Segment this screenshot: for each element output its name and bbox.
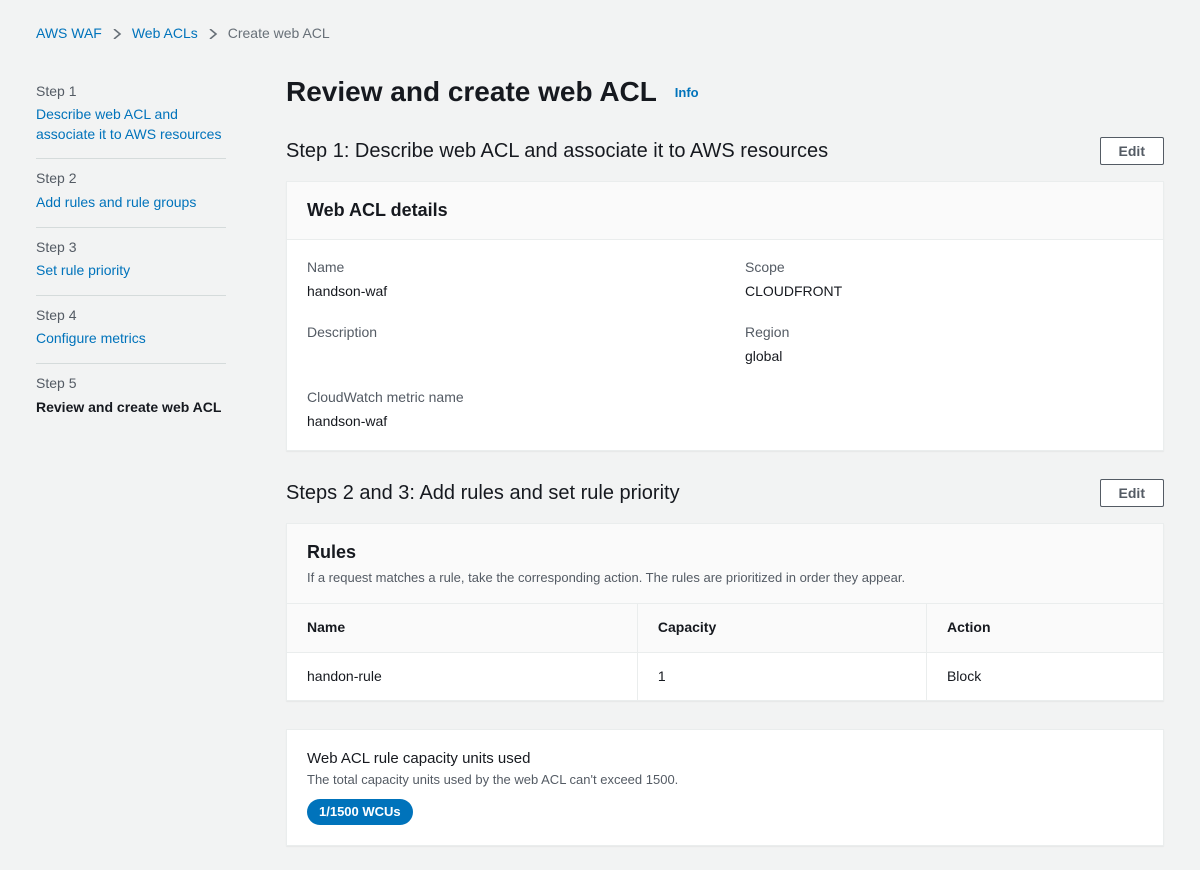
- section-heading-step23: Steps 2 and 3: Add rules and set rule pr…: [286, 479, 680, 507]
- wizard-step-label: Configure metrics: [36, 329, 226, 349]
- wizard-step-label: Review and create web ACL: [36, 398, 226, 418]
- breadcrumb-link-aws-waf[interactable]: AWS WAF: [36, 24, 102, 44]
- cell-capacity: 1: [637, 652, 926, 700]
- card-subtitle: If a request matches a rule, take the co…: [307, 569, 1143, 587]
- kv-label: Scope: [745, 258, 1143, 278]
- wizard-step-2[interactable]: Step 2 Add rules and rule groups: [36, 159, 226, 227]
- rules-card: Rules If a request matches a rule, take …: [286, 523, 1164, 702]
- cell-action: Block: [926, 652, 1163, 700]
- kv-cloudwatch-metric: CloudWatch metric name handson-waf: [307, 388, 705, 431]
- web-acl-details-card: Web ACL details Name handson-waf Scope C…: [286, 181, 1164, 451]
- cell-name: handon-rule: [287, 652, 637, 700]
- capacity-badge: 1/1500 WCUs: [307, 799, 413, 825]
- kv-scope: Scope CLOUDFRONT: [745, 258, 1143, 301]
- kv-name: Name handson-waf: [307, 258, 705, 301]
- table-row: handon-rule 1 Block: [287, 652, 1163, 700]
- wizard-step-label: Set rule priority: [36, 261, 226, 281]
- col-name: Name: [287, 604, 637, 652]
- chevron-right-icon: [208, 29, 218, 39]
- kv-value: global: [745, 347, 1143, 367]
- chevron-right-icon: [112, 29, 122, 39]
- col-action: Action: [926, 604, 1163, 652]
- breadcrumb-current: Create web ACL: [228, 24, 330, 44]
- capacity-desc: The total capacity units used by the web…: [307, 771, 1143, 789]
- card-title: Rules: [307, 540, 1143, 565]
- kv-value: handson-waf: [307, 282, 705, 302]
- wizard-step-num: Step 4: [36, 306, 226, 326]
- wizard-step-label: Describe web ACL and associate it to AWS…: [36, 105, 226, 144]
- kv-description: Description: [307, 323, 705, 366]
- col-capacity: Capacity: [637, 604, 926, 652]
- info-link[interactable]: Info: [675, 85, 699, 100]
- kv-value: handson-waf: [307, 412, 705, 432]
- edit-step1-button[interactable]: Edit: [1100, 137, 1164, 165]
- kv-value: CLOUDFRONT: [745, 282, 1143, 302]
- rules-table: Name Capacity Action handon-rule 1 Block: [287, 604, 1163, 700]
- wizard-step-label: Add rules and rule groups: [36, 193, 226, 213]
- page-title: Review and create web ACL: [286, 72, 657, 111]
- kv-label: Description: [307, 323, 705, 343]
- wizard-step-1[interactable]: Step 1 Describe web ACL and associate it…: [36, 72, 226, 160]
- wizard-step-5[interactable]: Step 5 Review and create web ACL: [36, 364, 226, 431]
- capacity-title: Web ACL rule capacity units used: [307, 748, 1143, 769]
- wizard-step-num: Step 2: [36, 169, 226, 189]
- wizard-step-num: Step 1: [36, 82, 226, 102]
- kv-label: Name: [307, 258, 705, 278]
- wizard-step-num: Step 3: [36, 238, 226, 258]
- kv-label: Region: [745, 323, 1143, 343]
- kv-label: CloudWatch metric name: [307, 388, 705, 408]
- card-title: Web ACL details: [307, 198, 1143, 223]
- wizard-step-4[interactable]: Step 4 Configure metrics: [36, 296, 226, 364]
- section-heading-step1: Step 1: Describe web ACL and associate i…: [286, 137, 828, 165]
- kv-region: Region global: [745, 323, 1143, 366]
- breadcrumb: AWS WAF Web ACLs Create web ACL: [36, 24, 1164, 44]
- main-content: Review and create web ACL Info Step 1: D…: [286, 72, 1164, 847]
- edit-step23-button[interactable]: Edit: [1100, 479, 1164, 507]
- capacity-card: Web ACL rule capacity units used The tot…: [286, 729, 1164, 846]
- wizard-step-num: Step 5: [36, 374, 226, 394]
- wizard-step-3[interactable]: Step 3 Set rule priority: [36, 228, 226, 296]
- wizard-steps-sidebar: Step 1 Describe web ACL and associate it…: [36, 72, 226, 847]
- breadcrumb-link-web-acls[interactable]: Web ACLs: [132, 24, 198, 44]
